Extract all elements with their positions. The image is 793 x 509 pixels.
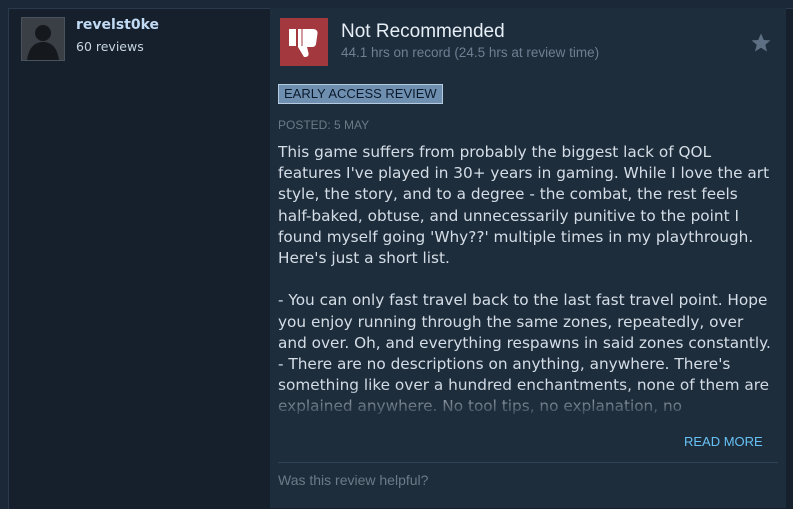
review-text: This game suffers from probably the bigg… [278, 143, 771, 415]
author-block: revelst0ke 60 reviews [21, 17, 261, 65]
hours-on-record: 44.1 hrs on record (24.5 hrs at review t… [341, 45, 600, 60]
author-review-count[interactable]: 60 reviews [76, 39, 144, 54]
text-fade-overlay [278, 386, 778, 424]
thumbs-down-icon [280, 18, 328, 66]
avatar[interactable] [21, 17, 65, 61]
verdict-title[interactable]: Not Recommended [341, 21, 505, 43]
divider [278, 462, 778, 463]
helpful-prompt: Was this review helpful? [278, 472, 429, 488]
read-more-link[interactable]: READ MORE [684, 434, 763, 449]
posted-date: POSTED: 5 MAY [278, 118, 370, 132]
author-name[interactable]: revelst0ke [76, 17, 159, 33]
early-access-badge: EARLY ACCESS REVIEW [278, 84, 443, 104]
review-panel: Not Recommended 44.1 hrs on record (24.5… [270, 8, 786, 508]
star-icon[interactable] [750, 32, 772, 54]
